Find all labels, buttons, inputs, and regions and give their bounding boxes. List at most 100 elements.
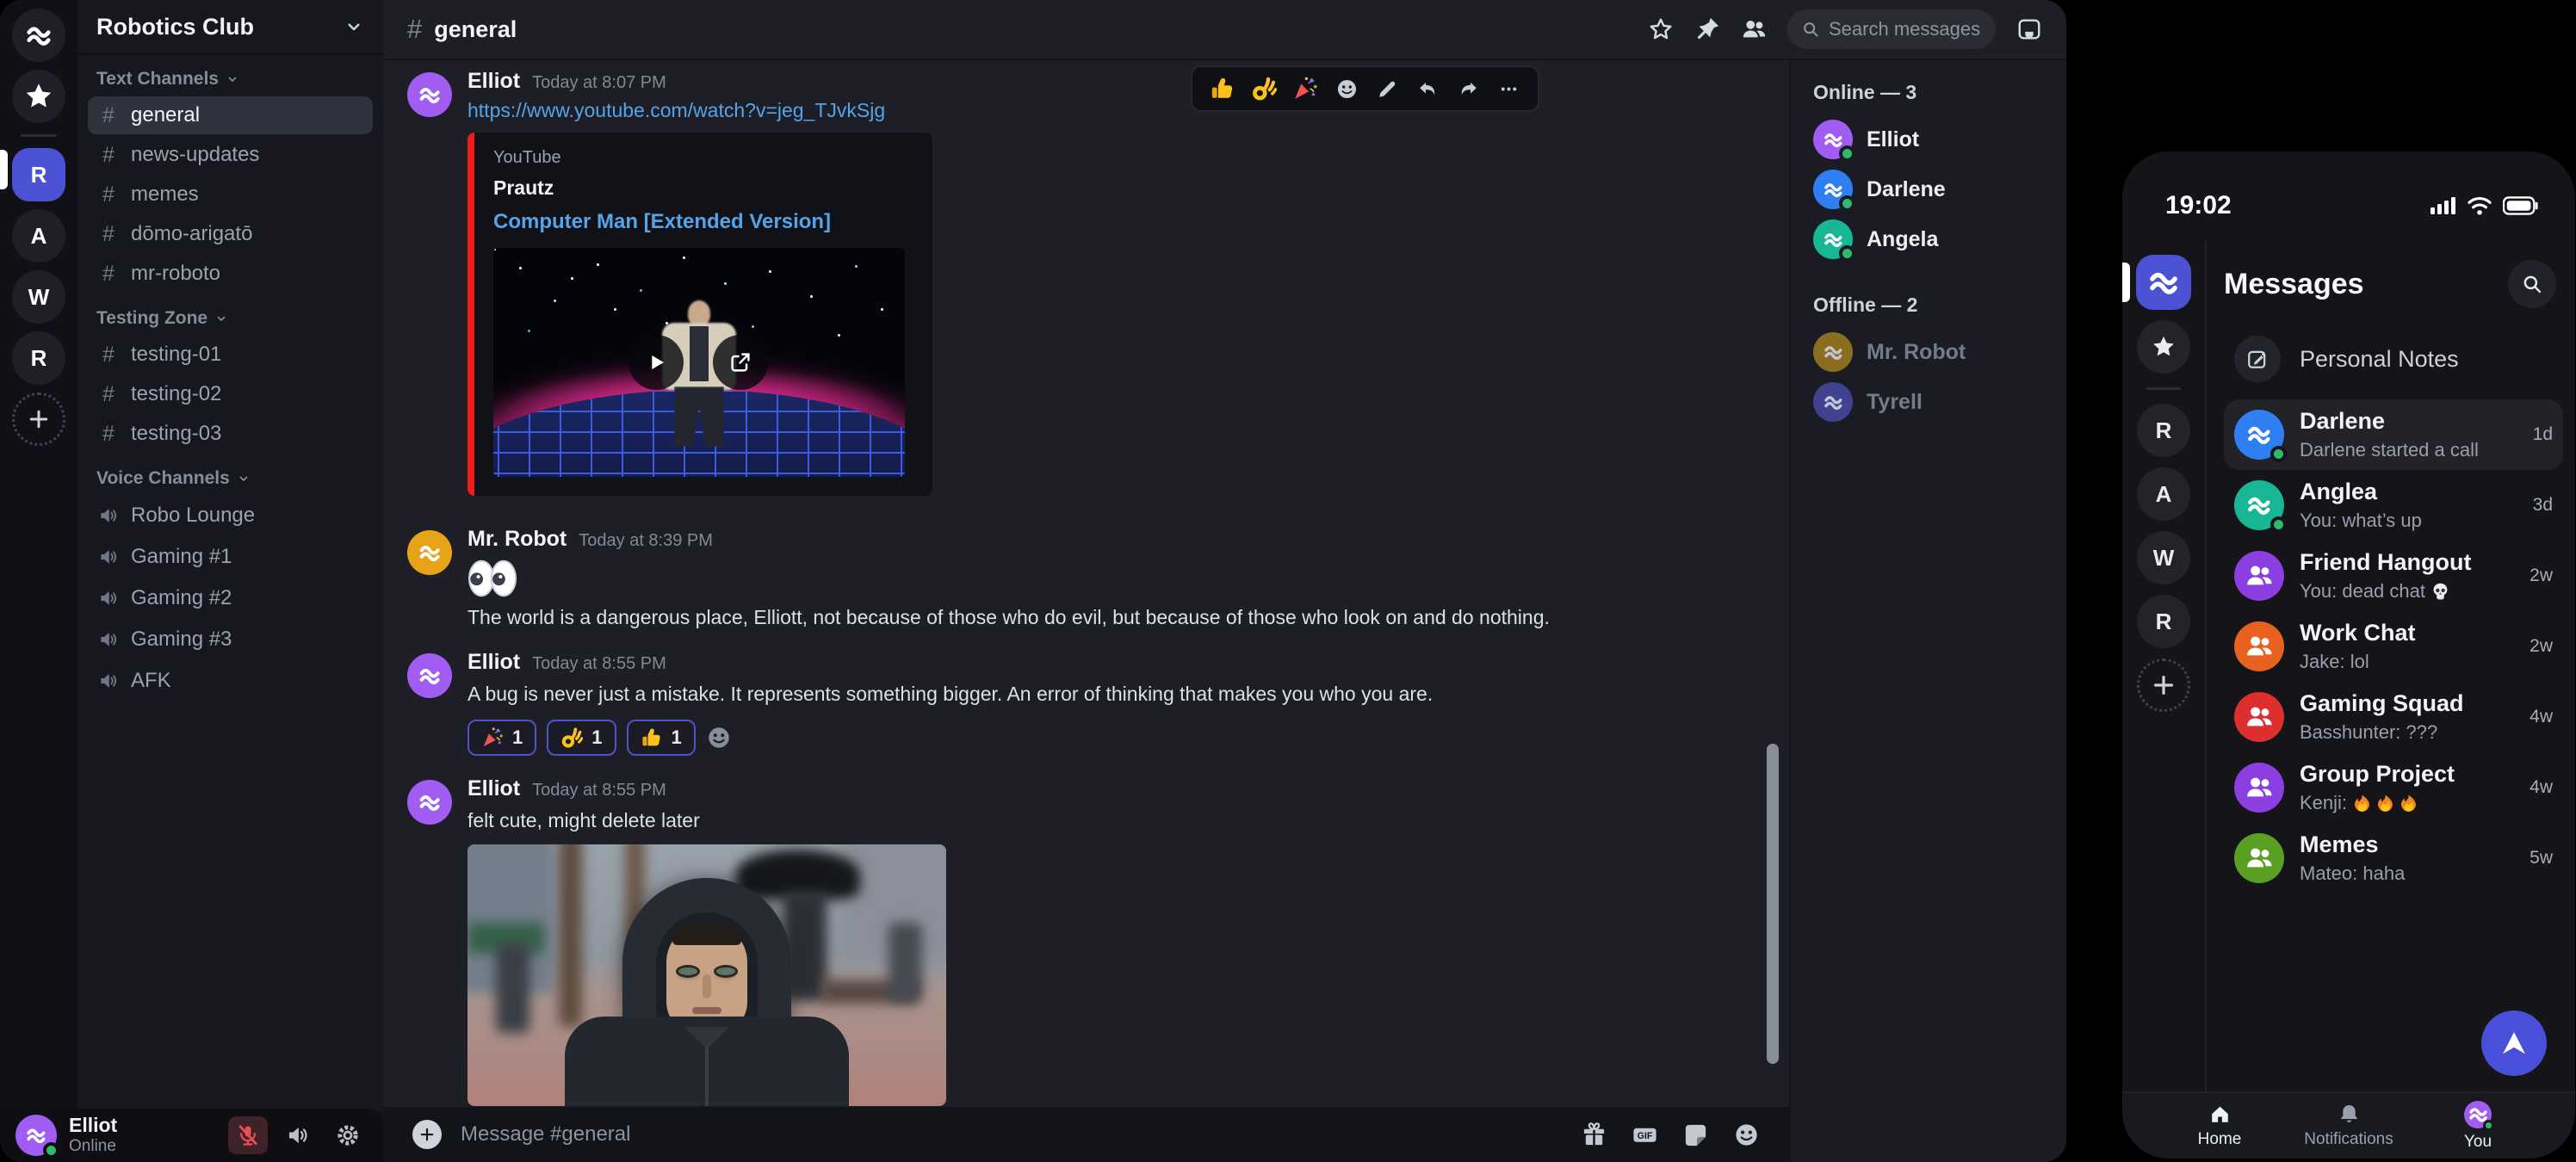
add-server-button[interactable] bbox=[2137, 658, 2190, 712]
gif-button[interactable] bbox=[1632, 1122, 1658, 1148]
channel-item[interactable]: #mr-roboto bbox=[88, 255, 373, 293]
reaction-pill[interactable]: 1 bbox=[547, 720, 616, 756]
open-external-button[interactable] bbox=[713, 335, 768, 390]
microphone-muted-button[interactable] bbox=[228, 1116, 268, 1154]
embed-title-link[interactable]: Computer Man [Extended Version] bbox=[493, 210, 831, 234]
channel-item[interactable]: #testing-01 bbox=[88, 336, 373, 374]
attach-button[interactable] bbox=[412, 1120, 442, 1149]
home-button[interactable] bbox=[12, 9, 65, 62]
section-text-channels[interactable]: Text Channels bbox=[96, 69, 364, 90]
channel-item[interactable]: #news-updates bbox=[88, 136, 373, 174]
speaker-icon bbox=[98, 629, 119, 650]
message-author[interactable]: Elliot bbox=[468, 776, 520, 801]
search-input[interactable] bbox=[1829, 18, 1982, 40]
personal-notes-item[interactable]: Personal Notes bbox=[2224, 336, 2563, 382]
phone-chat-app: 19:02 RAWR Messages Personal Notes bbox=[2122, 151, 2575, 1159]
sticker-button[interactable] bbox=[1682, 1122, 1709, 1148]
channel-item[interactable]: #testing-02 bbox=[88, 375, 373, 413]
conversation-time: 1d bbox=[2533, 424, 2553, 445]
server-button[interactable]: R bbox=[2137, 404, 2190, 457]
message-link[interactable]: https://www.youtube.com/watch?v=jeg_TJvk… bbox=[468, 99, 885, 122]
new-message-fab[interactable] bbox=[2481, 1011, 2547, 1076]
composer-placeholder[interactable]: Message #general bbox=[461, 1122, 1562, 1147]
member-row[interactable]: Angela bbox=[1813, 214, 2044, 264]
section-voice-channels[interactable]: Voice Channels bbox=[96, 468, 364, 489]
nav-home[interactable]: Home bbox=[2172, 1103, 2267, 1149]
message-author[interactable]: Mr. Robot bbox=[468, 527, 567, 552]
server-header[interactable]: Robotics Club bbox=[77, 0, 383, 55]
favorites-button[interactable] bbox=[12, 70, 65, 123]
channel-name: dōmo-arigatō bbox=[131, 222, 252, 246]
voice-channel-item[interactable]: Robo Lounge bbox=[88, 496, 373, 535]
message-author[interactable]: Elliot bbox=[468, 69, 520, 94]
server-button[interactable]: A bbox=[12, 209, 65, 263]
nav-notifications[interactable]: Notifications bbox=[2301, 1103, 2396, 1149]
reply-button[interactable] bbox=[1416, 77, 1440, 101]
battery-icon bbox=[2503, 195, 2539, 216]
emoji-button[interactable] bbox=[1733, 1122, 1760, 1148]
channel-item[interactable]: #dōmo-arigatō bbox=[88, 215, 373, 253]
server-button[interactable]: R bbox=[12, 331, 65, 385]
avatar[interactable] bbox=[407, 780, 452, 825]
conversation-item[interactable]: Work Chat Jake: lol 2w bbox=[2224, 611, 2563, 682]
avatar[interactable] bbox=[407, 72, 452, 117]
avatar[interactable] bbox=[407, 530, 452, 575]
members-button[interactable] bbox=[1741, 16, 1767, 42]
message-author[interactable]: Elliot bbox=[468, 650, 520, 675]
chat-scrollbar[interactable] bbox=[1767, 744, 1779, 1064]
member-row[interactable]: Mr. Robot bbox=[1813, 327, 2044, 377]
reaction-pill[interactable]: 1 bbox=[627, 720, 696, 756]
channel-item[interactable]: #memes bbox=[88, 176, 373, 213]
member-row[interactable]: Elliot bbox=[1813, 114, 2044, 164]
toggle-sidebar-button[interactable] bbox=[2016, 16, 2042, 42]
search-button[interactable] bbox=[2508, 260, 2556, 308]
conversation-item[interactable]: Gaming Squad Basshunter: ??? 4w bbox=[2224, 682, 2563, 752]
deafen-button[interactable] bbox=[278, 1116, 318, 1154]
quick-reaction-buttons[interactable] bbox=[1210, 76, 1318, 102]
attached-image-elliot-street[interactable] bbox=[468, 844, 946, 1106]
server-button[interactable]: R bbox=[12, 148, 65, 201]
conversation-item[interactable]: Group Project Kenji: 4w bbox=[2224, 752, 2563, 823]
voice-channel-item[interactable]: AFK bbox=[88, 661, 373, 701]
member-row[interactable]: Darlene bbox=[1813, 164, 2044, 214]
conversation-item[interactable]: Anglea You: what’s up 3d bbox=[2224, 470, 2563, 541]
avatar[interactable] bbox=[407, 653, 452, 698]
add-server-button[interactable] bbox=[12, 392, 65, 446]
nav-you[interactable]: You bbox=[2430, 1101, 2525, 1152]
voice-channel-item[interactable]: Gaming #3 bbox=[88, 620, 373, 659]
favorite-channel-button[interactable] bbox=[1648, 16, 1674, 42]
voice-channel-item[interactable]: Gaming #2 bbox=[88, 578, 373, 618]
conversation-item[interactable]: Darlene Darlene started a call 1d bbox=[2224, 399, 2563, 470]
play-button[interactable] bbox=[629, 335, 684, 390]
channel-item[interactable]: #general bbox=[88, 96, 373, 134]
server-button[interactable]: W bbox=[12, 270, 65, 324]
forward-button[interactable] bbox=[1457, 77, 1480, 101]
voice-channel-item[interactable]: Gaming #1 bbox=[88, 537, 373, 577]
message-text: A bug is never just a mistake. It repres… bbox=[468, 682, 1433, 708]
gift-button[interactable] bbox=[1581, 1122, 1607, 1148]
server-button[interactable]: R bbox=[2137, 595, 2190, 648]
server-name: Robotics Club bbox=[96, 14, 254, 40]
server-initial: R bbox=[2156, 609, 2172, 635]
channel-item[interactable]: #testing-03 bbox=[88, 415, 373, 453]
more-options-button[interactable] bbox=[1497, 77, 1520, 101]
conversation-item[interactable]: Memes Mateo: haha 5w bbox=[2224, 823, 2563, 893]
home-button[interactable] bbox=[2136, 255, 2191, 310]
add-reaction-button[interactable] bbox=[706, 725, 732, 751]
section-testing-zone[interactable]: Testing Zone bbox=[96, 308, 364, 329]
reaction-pill[interactable]: 1 bbox=[468, 720, 536, 756]
favorites-button[interactable] bbox=[2137, 320, 2190, 374]
hash-icon: # bbox=[98, 103, 119, 128]
add-reaction-button[interactable] bbox=[1335, 77, 1359, 101]
user-avatar[interactable] bbox=[15, 1115, 57, 1156]
hash-icon: # bbox=[98, 182, 119, 207]
pinned-messages-button[interactable] bbox=[1694, 16, 1720, 42]
revolt-wave-icon bbox=[2146, 264, 2182, 300]
settings-button[interactable] bbox=[328, 1116, 368, 1154]
member-row[interactable]: Tyrell bbox=[1813, 377, 2044, 427]
server-button[interactable]: A bbox=[2137, 467, 2190, 521]
server-button[interactable]: W bbox=[2137, 531, 2190, 584]
conversation-item[interactable]: Friend Hangout You: dead chat 2w bbox=[2224, 541, 2563, 611]
edit-message-button[interactable] bbox=[1376, 77, 1399, 101]
server-initial: A bbox=[31, 223, 47, 250]
